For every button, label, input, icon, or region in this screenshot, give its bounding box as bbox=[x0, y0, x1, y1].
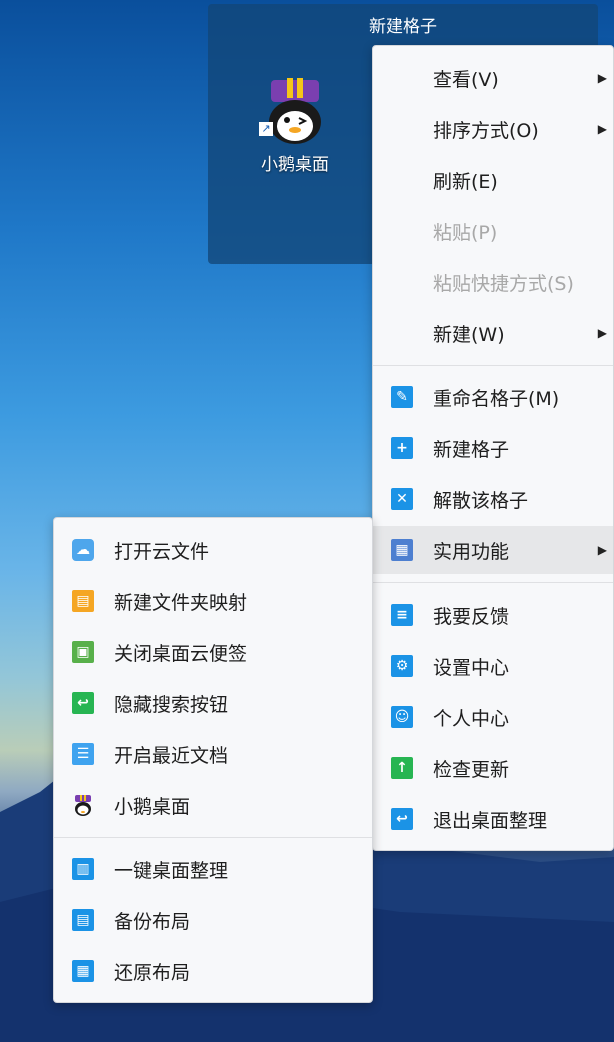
layout-icon: ▥ bbox=[72, 858, 94, 880]
feedback-icon: ≡ bbox=[391, 604, 413, 626]
context-menu: 查看(V) ▶ 排序方式(O) ▶ 刷新(E) 粘贴(P) 粘贴快捷方式(S) … bbox=[372, 45, 614, 851]
restore-layout-icon: ▦ bbox=[72, 960, 94, 982]
menu-item-profile[interactable]: ☺ 个人中心 bbox=[373, 693, 613, 741]
cloud-icon: ☁ bbox=[72, 539, 94, 561]
menu-item-refresh[interactable]: 刷新(E) bbox=[373, 156, 613, 204]
chevron-right-icon: ▶ bbox=[597, 543, 607, 557]
menu-item-dissolve-fence[interactable]: ✕ 解散该格子 bbox=[373, 475, 613, 523]
submenu-item-backup-layout[interactable]: ▤ 备份布局 bbox=[54, 896, 372, 944]
desktop-shortcut[interactable]: ↗ 小鹅桌面 bbox=[240, 76, 350, 175]
menu-item-view[interactable]: 查看(V) ▶ bbox=[373, 54, 613, 102]
dissolve-icon: ✕ bbox=[391, 488, 413, 510]
rename-icon: ✎ bbox=[391, 386, 413, 408]
menu-separator bbox=[54, 837, 372, 838]
menu-item-exit[interactable]: ↩ 退出桌面整理 bbox=[373, 795, 613, 843]
penguin-icon: ↗ bbox=[259, 76, 327, 146]
menu-item-rename-fence[interactable]: ✎ 重命名格子(M) bbox=[373, 373, 613, 421]
undo-icon: ↩ bbox=[72, 692, 94, 714]
menu-item-new-fence[interactable]: + 新建格子 bbox=[373, 424, 613, 472]
chevron-right-icon: ▶ bbox=[597, 122, 607, 136]
penguin-icon bbox=[72, 794, 94, 816]
desktop-icon-label: 小鹅桌面 bbox=[261, 155, 329, 175]
menu-item-paste[interactable]: 粘贴(P) bbox=[373, 207, 613, 255]
menu-item-sort[interactable]: 排序方式(O) ▶ bbox=[373, 105, 613, 153]
menu-item-new[interactable]: 新建(W) ▶ bbox=[373, 309, 613, 357]
submenu-item-recent-docs[interactable]: ☰ 开启最近文档 bbox=[54, 730, 372, 778]
menu-separator bbox=[373, 582, 613, 583]
utilities-submenu: ☁ 打开云文件 ▤ 新建文件夹映射 ▣ 关闭桌面云便签 ↩ 隐藏搜索按钮 ☰ 开… bbox=[53, 517, 373, 1003]
fence-title[interactable]: 新建格子 bbox=[208, 12, 598, 37]
menu-item-check-update[interactable]: ↑ 检查更新 bbox=[373, 744, 613, 792]
submenu-item-folder-map[interactable]: ▤ 新建文件夹映射 bbox=[54, 577, 372, 625]
plus-icon: + bbox=[391, 437, 413, 459]
document-icon: ☰ bbox=[72, 743, 94, 765]
backup-layout-icon: ▤ bbox=[72, 909, 94, 931]
menu-item-utilities[interactable]: ▦ 实用功能 ▶ bbox=[373, 526, 613, 574]
note-icon: ▣ bbox=[72, 641, 94, 663]
menu-item-paste-shortcut[interactable]: 粘贴快捷方式(S) bbox=[373, 258, 613, 306]
submenu-item-close-notes[interactable]: ▣ 关闭桌面云便签 bbox=[54, 628, 372, 676]
gear-icon: ⚙ bbox=[391, 655, 413, 677]
chevron-right-icon: ▶ bbox=[597, 326, 607, 340]
submenu-item-open-cloud[interactable]: ☁ 打开云文件 bbox=[54, 526, 372, 574]
submenu-item-penguin-desktop[interactable]: 小鹅桌面 bbox=[54, 781, 372, 829]
menu-item-settings[interactable]: ⚙ 设置中心 bbox=[373, 642, 613, 690]
submenu-item-one-click-organize[interactable]: ▥ 一键桌面整理 bbox=[54, 845, 372, 893]
submenu-item-restore-layout[interactable]: ▦ 还原布局 bbox=[54, 947, 372, 995]
user-icon: ☺ bbox=[391, 706, 413, 728]
menu-separator bbox=[373, 365, 613, 366]
exit-icon: ↩ bbox=[391, 808, 413, 830]
shortcut-arrow-icon: ↗ bbox=[259, 122, 273, 136]
folder-icon: ▤ bbox=[72, 590, 94, 612]
monitor-icon: ▦ bbox=[391, 539, 413, 561]
menu-item-feedback[interactable]: ≡ 我要反馈 bbox=[373, 591, 613, 639]
submenu-item-hide-search[interactable]: ↩ 隐藏搜索按钮 bbox=[54, 679, 372, 727]
chevron-right-icon: ▶ bbox=[597, 71, 607, 85]
upload-arrow-icon: ↑ bbox=[391, 757, 413, 779]
